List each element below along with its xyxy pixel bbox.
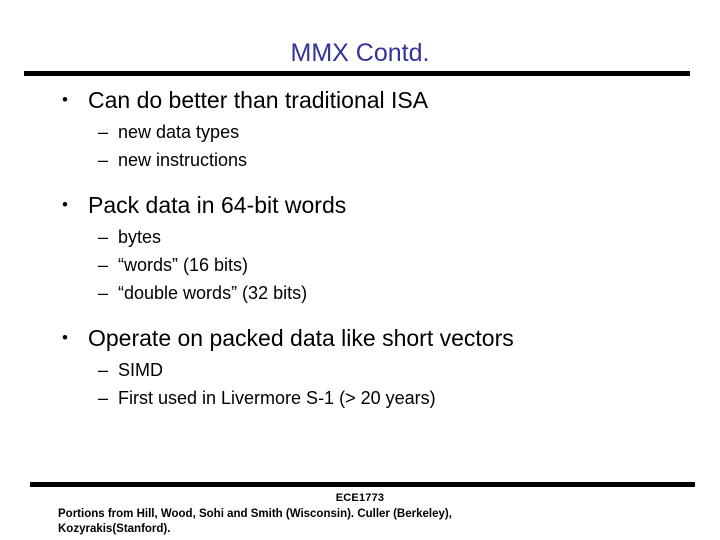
- attribution-line-2: Kozyrakis(Stanford).: [58, 523, 171, 535]
- bullet-group: • Operate on packed data like short vect…: [0, 321, 720, 412]
- bullet-group: • Can do better than traditional ISA – n…: [0, 83, 720, 174]
- bullet-level2: – “double words” (32 bits): [0, 279, 720, 307]
- bullet-level1: • Can do better than traditional ISA: [0, 83, 720, 117]
- footer-divider-rule: [30, 482, 695, 487]
- bullet-level1: • Pack data in 64-bit words: [0, 188, 720, 222]
- attribution-line-1: Portions from Hill, Wood, Sohi and Smith…: [58, 508, 452, 520]
- bullet-level2-text: bytes: [118, 227, 162, 247]
- sub-bullet-list: – bytes – “words” (16 bits) – “double wo…: [0, 223, 720, 307]
- attribution-text: Portions from Hill, Wood, Sohi and Smith…: [0, 507, 720, 537]
- bullet-level2-text: new data types: [118, 122, 240, 142]
- bullet-level1: • Operate on packed data like short vect…: [0, 321, 720, 355]
- dash-icon: –: [98, 150, 109, 170]
- sub-bullet-list: – new data types – new instructions: [0, 118, 720, 174]
- bullet-dot-icon: •: [62, 195, 68, 214]
- dash-icon: –: [98, 388, 109, 408]
- presentation-slide: MMX Contd. • Can do better than traditio…: [0, 0, 720, 540]
- title-divider-rule: [24, 71, 690, 76]
- bullet-level2: – new data types: [0, 118, 720, 146]
- bullet-level2-text: First used in Livermore S-1 (> 20 years): [118, 388, 436, 408]
- bullet-level2: – new instructions: [0, 146, 720, 174]
- slide-title: MMX Contd.: [290, 39, 430, 67]
- bullet-level2: – “words” (16 bits): [0, 251, 720, 279]
- dash-icon: –: [98, 122, 109, 142]
- dash-icon: –: [98, 255, 109, 275]
- bullet-level1-text: Pack data in 64-bit words: [88, 192, 347, 218]
- bullet-level1-text: Can do better than traditional ISA: [88, 87, 429, 113]
- bullet-group: • Pack data in 64-bit words – bytes – “w…: [0, 188, 720, 307]
- sub-bullet-list: – SIMD – First used in Livermore S-1 (> …: [0, 356, 720, 412]
- bullet-level2-text: new instructions: [118, 150, 248, 170]
- bullet-level2: – bytes: [0, 223, 720, 251]
- bullet-level2-text: “double words” (32 bits): [118, 283, 308, 303]
- slide-footer: ECE1773 Portions from Hill, Wood, Sohi a…: [0, 491, 720, 537]
- bullet-level2-text: SIMD: [118, 360, 163, 380]
- bullet-level2-text: “words” (16 bits): [118, 255, 249, 275]
- dash-icon: –: [98, 227, 109, 247]
- slide-body: • Can do better than traditional ISA – n…: [0, 83, 720, 473]
- bullet-level1-text: Operate on packed data like short vector…: [88, 325, 514, 351]
- bullet-level2: – SIMD: [0, 356, 720, 384]
- course-code: ECE1773: [335, 492, 385, 504]
- dash-icon: –: [98, 360, 109, 380]
- bullet-dot-icon: •: [62, 328, 68, 347]
- bullet-dot-icon: •: [62, 90, 68, 109]
- dash-icon: –: [98, 283, 109, 303]
- bullet-level2: – First used in Livermore S-1 (> 20 year…: [0, 384, 720, 412]
